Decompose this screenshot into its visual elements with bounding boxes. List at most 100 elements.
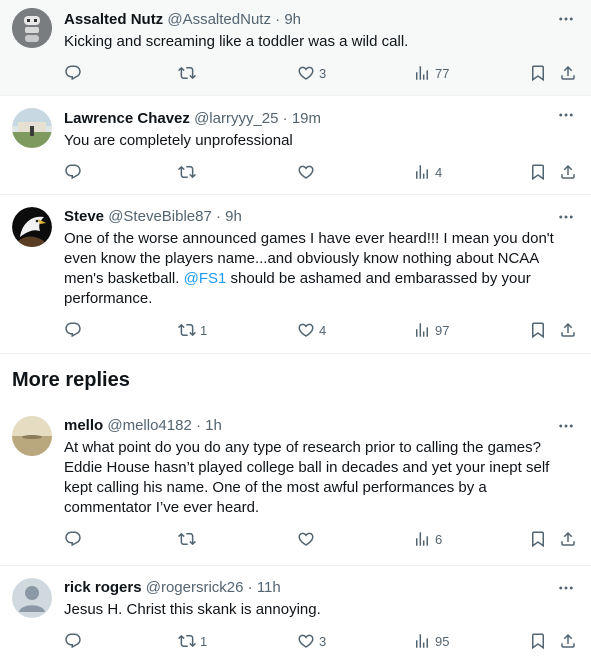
- heart-icon: [297, 632, 315, 650]
- more-replies-heading: More replies: [12, 369, 130, 391]
- reply-button[interactable]: [64, 64, 86, 82]
- separator: ·: [247, 579, 253, 596]
- tweet-header: mello @mello4182 · 1h: [64, 416, 575, 436]
- avatar[interactable]: [12, 108, 52, 148]
- repost-button[interactable]: 1: [178, 632, 207, 650]
- tweet-header: rick rogers @rogersrick26 · 11h: [64, 578, 575, 598]
- views-button[interactable]: 95: [413, 632, 449, 650]
- like-button[interactable]: 4: [297, 321, 326, 339]
- timestamp[interactable]: 1h: [205, 417, 222, 434]
- more-button[interactable]: [557, 417, 575, 435]
- more-button[interactable]: [557, 208, 575, 226]
- repost-button[interactable]: 1: [178, 321, 207, 339]
- bookmark-icon: [529, 64, 547, 82]
- bookmark-icon: [529, 163, 547, 181]
- like-count: 4: [319, 322, 327, 338]
- separator: ·: [216, 208, 221, 225]
- action-bar: 4: [64, 155, 575, 191]
- view-count: 4: [435, 164, 443, 180]
- display-name[interactable]: Lawrence Chavez: [64, 110, 190, 127]
- bookmark-button[interactable]: [529, 64, 547, 82]
- like-button[interactable]: 3: [297, 64, 326, 82]
- handle[interactable]: @mello4182: [107, 417, 191, 434]
- avatar[interactable]: [12, 207, 52, 247]
- action-bar: 1 4 97: [64, 313, 575, 349]
- heart-icon: [297, 321, 315, 339]
- more-icon: [557, 579, 575, 597]
- repost-button[interactable]: [178, 163, 200, 181]
- views-button[interactable]: 6: [413, 530, 442, 548]
- reply-icon: [64, 321, 82, 339]
- share-button[interactable]: [559, 632, 577, 650]
- like-count: 3: [319, 65, 327, 81]
- repost-icon: [178, 632, 196, 650]
- reply-button[interactable]: [64, 163, 86, 181]
- reply-tweet[interactable]: Lawrence Chavez @larryyy_25 · 19m You ar…: [0, 96, 591, 195]
- view-count: 97: [435, 322, 450, 338]
- share-button[interactable]: [559, 64, 577, 82]
- reply-tweet[interactable]: rick rogers @rogersrick26 · 11h Jesus H.…: [0, 566, 591, 666]
- views-icon: [413, 530, 431, 548]
- views-icon: [413, 632, 431, 650]
- share-icon: [559, 321, 577, 339]
- views-button[interactable]: 97: [413, 321, 449, 339]
- action-bar: 1 3 95: [64, 624, 575, 660]
- handle[interactable]: @SteveBible87: [108, 208, 212, 225]
- avatar[interactable]: [12, 416, 52, 456]
- more-icon: [557, 106, 575, 124]
- bookmark-button[interactable]: [529, 321, 547, 339]
- display-name[interactable]: Assalted Nutz: [64, 11, 163, 28]
- bookmark-button[interactable]: [529, 632, 547, 650]
- bookmark-button[interactable]: [529, 530, 547, 548]
- more-button[interactable]: [557, 10, 575, 28]
- repost-button[interactable]: [178, 64, 200, 82]
- timestamp[interactable]: 9h: [284, 11, 301, 28]
- share-button[interactable]: [559, 530, 577, 548]
- like-button[interactable]: [297, 163, 319, 181]
- reply-tweet[interactable]: Assalted Nutz @AssaltedNutz · 9h Kicking…: [0, 0, 591, 96]
- avatar[interactable]: [12, 8, 52, 48]
- display-name[interactable]: Steve: [64, 208, 104, 225]
- share-icon: [559, 64, 577, 82]
- tweet-header: Steve @SteveBible87 · 9h: [64, 207, 575, 227]
- more-icon: [557, 417, 575, 435]
- reply-button[interactable]: [64, 321, 86, 339]
- bookmark-button[interactable]: [529, 163, 547, 181]
- share-icon: [559, 530, 577, 548]
- timestamp[interactable]: 9h: [225, 208, 242, 225]
- display-name[interactable]: rick rogers: [64, 579, 142, 596]
- tweet-header: Lawrence Chavez @larryyy_25 · 19m: [64, 109, 575, 129]
- reply-tweet[interactable]: Steve @SteveBible87 · 9h One of the wors…: [0, 195, 591, 354]
- reply-button[interactable]: [64, 632, 86, 650]
- view-count: 6: [435, 531, 443, 547]
- share-button[interactable]: [559, 163, 577, 181]
- views-icon: [413, 163, 431, 181]
- bookmark-icon: [529, 632, 547, 650]
- like-button[interactable]: 3: [297, 632, 326, 650]
- tweet-text: You are completely unprofessional: [64, 132, 293, 149]
- more-button[interactable]: [557, 579, 575, 597]
- avatar[interactable]: [12, 578, 52, 618]
- mention-link[interactable]: @FS1: [184, 270, 227, 287]
- reply-icon: [64, 163, 82, 181]
- reply-tweet[interactable]: mello @mello4182 · 1h At what point do y…: [0, 404, 591, 566]
- reply-icon: [64, 530, 82, 548]
- heart-icon: [297, 64, 315, 82]
- display-name[interactable]: mello: [64, 417, 103, 434]
- timestamp[interactable]: 11h: [257, 579, 281, 596]
- tweet-text: Jesus H. Christ this skank is annoying.: [64, 601, 321, 618]
- timestamp[interactable]: 19m: [292, 110, 321, 127]
- like-button[interactable]: [297, 530, 319, 548]
- more-button[interactable]: [557, 106, 575, 124]
- handle[interactable]: @rogersrick26: [146, 579, 244, 596]
- action-bar: 6: [64, 522, 575, 558]
- like-count: 3: [319, 633, 327, 649]
- handle[interactable]: @larryyy_25: [194, 110, 278, 127]
- repost-button[interactable]: [178, 530, 200, 548]
- bookmark-icon: [529, 321, 547, 339]
- views-button[interactable]: 4: [413, 163, 442, 181]
- views-button[interactable]: 77: [413, 64, 449, 82]
- handle[interactable]: @AssaltedNutz: [167, 11, 271, 28]
- share-button[interactable]: [559, 321, 577, 339]
- reply-button[interactable]: [64, 530, 86, 548]
